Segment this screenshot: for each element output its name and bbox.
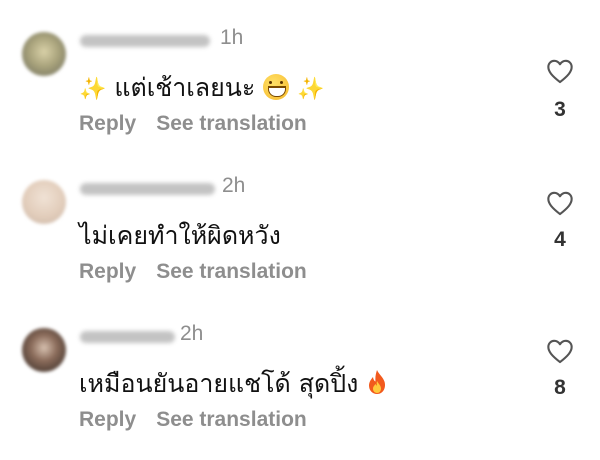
comment-item: 1h ✨ แต่เช้าเลยนะ ✨ Reply See translation…	[0, 24, 600, 164]
comment-actions: Reply See translation	[79, 408, 307, 432]
like-count: 8	[554, 376, 566, 399]
heart-icon[interactable]	[546, 58, 574, 84]
see-translation-button[interactable]: See translation	[156, 408, 307, 431]
comment-actions: Reply See translation	[79, 112, 307, 136]
reply-button[interactable]: Reply	[79, 408, 136, 431]
avatar[interactable]	[22, 32, 66, 76]
username-blurred[interactable]	[80, 35, 210, 47]
see-translation-button[interactable]: See translation	[156, 260, 307, 283]
heart-icon[interactable]	[546, 338, 574, 364]
username-blurred[interactable]	[80, 183, 215, 195]
comment-text: ✨ แต่เช้าเลยนะ ✨	[79, 68, 325, 108]
grinning-face-icon	[263, 74, 290, 100]
comment-time: 2h	[222, 174, 246, 197]
like-count: 3	[554, 98, 566, 121]
avatar[interactable]	[22, 328, 66, 372]
fire-icon	[369, 370, 386, 394]
comment-text-body: ไม่เคยทำให้ผิดหวัง	[79, 221, 281, 250]
sparkles-icon: ✨	[79, 77, 107, 102]
comment-item: 2h ไม่เคยทำให้ผิดหวัง Reply See translati…	[0, 172, 600, 312]
comment-text: เหมือนยันอายแชโด้ สุดปิ้ง	[79, 364, 388, 404]
comment-item: 2h เหมือนยันอายแชโด้ สุดปิ้ง Reply See tr…	[0, 320, 600, 460]
comment-time: 2h	[180, 322, 204, 345]
comment-time: 1h	[220, 26, 244, 49]
comment-text: ไม่เคยทำให้ผิดหวัง	[79, 216, 281, 256]
comment-text-body: เหมือนยันอายแชโด้ สุดปิ้ง	[79, 369, 359, 398]
sparkles-icon: ✨	[297, 77, 325, 102]
reply-button[interactable]: Reply	[79, 260, 136, 283]
username-blurred[interactable]	[80, 331, 175, 343]
reply-button[interactable]: Reply	[79, 112, 136, 135]
comments-list: 1h ✨ แต่เช้าเลยนะ ✨ Reply See translation…	[0, 0, 600, 446]
avatar[interactable]	[22, 180, 66, 224]
comment-actions: Reply See translation	[79, 260, 307, 284]
comment-text-body: แต่เช้าเลยนะ	[114, 73, 256, 102]
like-count: 4	[554, 228, 566, 251]
heart-icon[interactable]	[546, 190, 574, 216]
see-translation-button[interactable]: See translation	[156, 112, 307, 135]
